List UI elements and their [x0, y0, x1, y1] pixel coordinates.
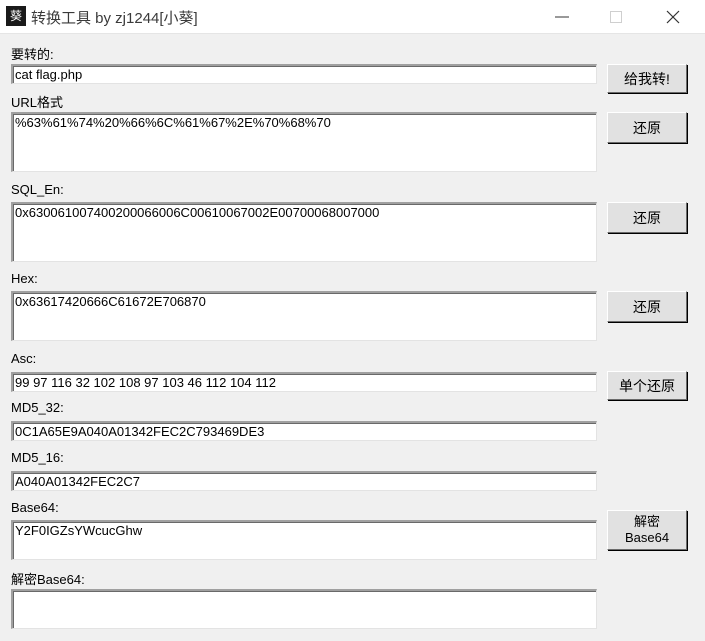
sql-en-field[interactable]: 0x630061007400200066006C00610067002E0070… — [11, 202, 597, 262]
base64-field[interactable]: Y2F0IGZsYWcucGhw — [11, 520, 597, 560]
url-label: URL格式 — [11, 95, 64, 110]
hex-field[interactable]: 0x63617420666C61672E706870 — [11, 291, 597, 341]
window-title: 转换工具 by zj1244[小葵] — [31, 10, 198, 27]
asc-field[interactable]: 99 97 116 32 102 108 97 103 46 112 104 1… — [11, 372, 597, 392]
decode-base64-button[interactable]: 解密 Base64 — [607, 510, 687, 550]
asc-single-restore-button[interactable]: 单个还原 — [607, 371, 687, 400]
minimize-button[interactable] — [539, 0, 585, 33]
close-icon — [666, 10, 680, 24]
md5-16-field[interactable]: A040A01342FEC2C7 — [11, 471, 597, 491]
md5-16-label: MD5_16: — [11, 450, 64, 465]
sql-en-restore-button[interactable]: 还原 — [607, 202, 687, 233]
app-icon: 葵 — [6, 6, 26, 26]
maximize-icon — [610, 11, 622, 23]
decode-base64-button-line2: Base64 — [624, 530, 670, 545]
input-label: 要转的: — [11, 47, 54, 62]
title-bar[interactable]: 葵 转换工具 by zj1244[小葵] — [0, 0, 705, 34]
minimize-icon — [555, 16, 569, 18]
decoded-base64-label: 解密Base64: — [11, 572, 85, 587]
base64-label: Base64: — [11, 500, 59, 515]
convert-button[interactable]: 给我转! — [607, 64, 687, 93]
decoded-base64-field[interactable] — [11, 589, 597, 629]
converter-window: 葵 转换工具 by zj1244[小葵] 要转的: cat flag.php 给… — [0, 0, 705, 641]
maximize-button[interactable] — [593, 0, 639, 33]
sql-en-label: SQL_En: — [11, 182, 64, 197]
decode-base64-button-label: 解密 Base64 — [625, 514, 669, 546]
md5-32-label: MD5_32: — [11, 400, 64, 415]
hex-label: Hex: — [11, 271, 38, 286]
close-button[interactable] — [650, 0, 696, 33]
input-field[interactable]: cat flag.php — [11, 64, 597, 84]
asc-label: Asc: — [11, 351, 37, 366]
md5-32-field[interactable]: 0C1A65E9A040A01342FEC2C793469DE3 — [11, 421, 597, 441]
hex-restore-button[interactable]: 还原 — [607, 291, 687, 322]
decode-base64-button-line1: 解密 — [633, 514, 660, 529]
url-field[interactable]: %63%61%74%20%66%6C%61%67%2E%70%68%70 — [11, 112, 597, 172]
url-restore-button[interactable]: 还原 — [607, 112, 687, 143]
